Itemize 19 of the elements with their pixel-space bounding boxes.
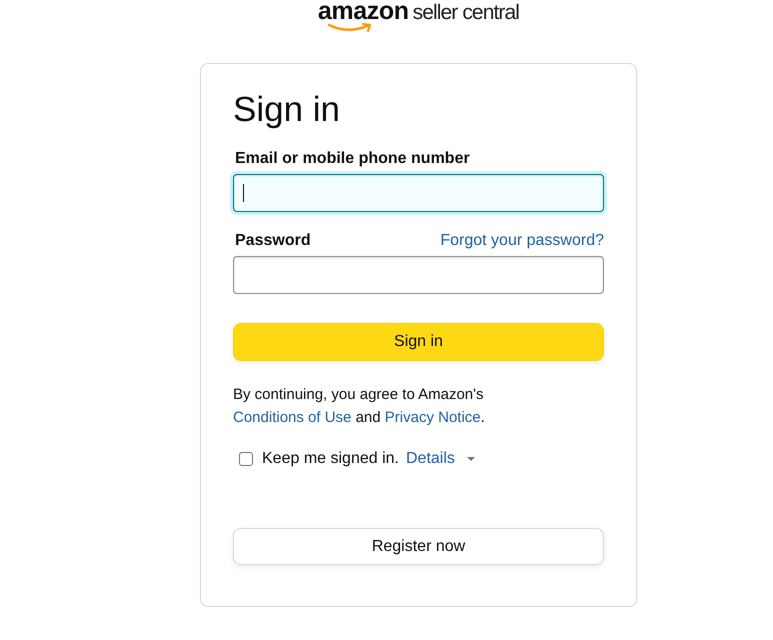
forgot-password-link[interactable]: Forgot your password? (440, 231, 604, 251)
smile-arrow-icon (328, 23, 373, 33)
terms-text: By continuing, you agree to Amazon's Conditions of Use and Privacy Notice. (233, 385, 486, 428)
details-link[interactable]: Details (406, 449, 455, 469)
field-label: Email or mobile phone number (234, 149, 470, 169)
page-title: Sign in (233, 89, 342, 131)
keep-signed-in-checkbox[interactable] (239, 452, 253, 466)
checkbox-label: Keep me signed in. (262, 449, 399, 469)
logo-subtitle: seller central (412, 1, 520, 25)
sign-in-button[interactable]: Sign in (233, 323, 604, 361)
logo-wordmark: amazon (318, 1, 409, 22)
input-field[interactable] (233, 174, 604, 212)
field-label: Password (234, 231, 311, 251)
terms-link[interactable]: Conditions of Use (233, 409, 352, 426)
text-cursor-icon (243, 184, 244, 202)
input-field[interactable] (233, 256, 604, 294)
terms-link[interactable]: Privacy Notice (384, 409, 481, 426)
caret-down-icon[interactable] (466, 457, 475, 461)
register-button[interactable]: Register now (233, 528, 604, 565)
